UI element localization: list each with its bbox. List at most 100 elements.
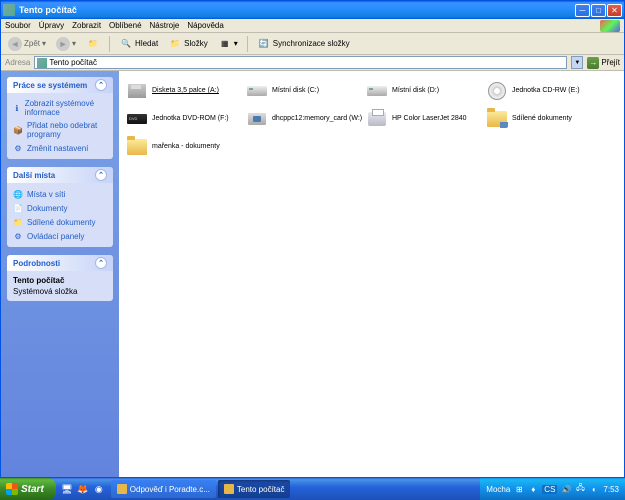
drive-item[interactable]: Disketa 3,5 palce (A:) — [125, 77, 245, 105]
menu-edit[interactable]: Úpravy — [39, 21, 64, 30]
drive-item[interactable]: Sdílené dokumenty — [485, 105, 605, 133]
back-button[interactable]: ◄ Zpět ▾ — [5, 36, 49, 52]
views-icon: ▦ — [218, 37, 232, 51]
item-label: Místní disk (D:) — [392, 87, 439, 95]
maximize-button[interactable]: □ — [591, 4, 606, 17]
sidebar-item[interactable]: 📁 Sdílené dokumenty — [13, 215, 107, 229]
drive-icon — [246, 80, 268, 102]
start-button[interactable]: Start — [0, 478, 56, 500]
sidebar-item[interactable]: ℹZobrazit systémové informace — [13, 97, 107, 119]
sidebar-item-label: Dokumenty — [27, 204, 67, 213]
chevron-up-icon: ⌃ — [95, 79, 107, 91]
close-button[interactable]: ✕ — [607, 4, 622, 17]
sidebar-item[interactable]: 📄 Dokumenty — [13, 201, 107, 215]
app-icon — [224, 484, 234, 494]
forward-icon: ► — [56, 37, 70, 51]
my-computer-icon — [3, 4, 15, 16]
item-label: Jednotka CD-RW (E:) — [512, 87, 580, 95]
cdrom-icon — [486, 80, 508, 102]
sidebar-item-label: Sdílené dokumenty — [27, 218, 96, 227]
place-icon: 📄 — [13, 203, 23, 213]
drive-item[interactable]: Místní disk (D:) — [365, 77, 485, 105]
folders-button[interactable]: 📁 Složky — [165, 36, 211, 52]
separator — [109, 36, 110, 52]
folders-icon: 📁 — [168, 37, 182, 51]
drive-item[interactable]: Jednotka DVD-ROM (F:) — [125, 105, 245, 133]
panel-header[interactable]: Další místa ⌃ — [7, 167, 113, 183]
search-icon: 🔍 — [119, 37, 133, 51]
my-computer-icon — [37, 58, 47, 68]
clock[interactable]: 7:53 — [603, 485, 619, 494]
item-label: dhcppc12:memory_card (W:) — [272, 115, 362, 123]
drive-item[interactable]: mařenka - dokumenty — [125, 133, 245, 161]
address-field[interactable]: Tento počítač — [34, 56, 567, 69]
menu-tools[interactable]: Nástroje — [150, 21, 180, 30]
forward-button[interactable]: ► ▾ — [53, 36, 79, 52]
address-label: Adresa — [5, 58, 30, 67]
browser-icon[interactable]: 🦊 — [76, 482, 90, 496]
sidebar-item[interactable]: 🌐Místa v síti — [13, 187, 107, 201]
views-button[interactable]: ▦ ▾ — [215, 36, 241, 52]
drive-item[interactable]: Jednotka CD-RW (E:) — [485, 77, 605, 105]
chevron-down-icon: ▾ — [72, 39, 76, 48]
menu-view[interactable]: Zobrazit — [72, 21, 101, 30]
drive-icon — [366, 80, 388, 102]
system-tasks-panel: Práce se systémem ⌃ ℹZobrazit systémové … — [7, 77, 113, 159]
taskbar-button-label: Tento počítač — [237, 485, 285, 494]
item-label: Jednotka DVD-ROM (F:) — [152, 115, 229, 123]
volume-icon[interactable]: 🔊 — [561, 484, 571, 494]
sidebar-item[interactable]: 📦Přidat nebo odebrat programy — [13, 119, 107, 141]
menu-favorites[interactable]: Oblíbené — [109, 21, 141, 30]
sidebar: Práce se systémem ⌃ ℹZobrazit systémové … — [1, 71, 119, 477]
chevron-up-icon: ⌃ — [95, 257, 107, 269]
search-button[interactable]: 🔍 Hledat — [116, 36, 161, 52]
place-icon: 📁 — [13, 217, 23, 227]
sync-button[interactable]: 🔄 Synchronizace složky — [254, 36, 353, 52]
minimize-button[interactable]: ─ — [575, 4, 590, 17]
network-icon[interactable]: 🖧 — [575, 484, 585, 494]
dvd-icon — [126, 108, 148, 130]
taskbar: Start 🖥 🦊 ◉ Odpověď i Poradte.c... Tento … — [0, 478, 625, 500]
address-dropdown[interactable]: ▼ — [571, 56, 583, 69]
panel-header[interactable]: Práce se systémem ⌃ — [7, 77, 113, 93]
other-places-panel: Další místa ⌃ 🌐Místa v síti 📄 Dokumenty 📁 Sd… — [7, 167, 113, 247]
menubar: Soubor Úpravy Zobrazit Oblíbené Nástroje… — [1, 19, 624, 33]
taskbar-button-label: Odpověď i Poradte.c... — [130, 485, 210, 494]
go-button[interactable]: → Přejít — [587, 57, 620, 69]
menu-file[interactable]: Soubor — [5, 21, 31, 30]
taskbar-button[interactable]: Odpověď i Poradte.c... — [111, 480, 216, 498]
titlebar[interactable]: Tento počítač ─ □ ✕ — [1, 1, 624, 19]
drive-item[interactable]: Místní disk (C:) — [245, 77, 365, 105]
app-icon[interactable]: ◉ — [92, 482, 106, 496]
task-icon: 📦 — [13, 125, 23, 135]
chevron-down-icon: ▾ — [42, 39, 46, 48]
address-value: Tento počítač — [49, 58, 97, 67]
app-icon — [117, 484, 127, 494]
details-name: Tento počítač — [13, 275, 107, 286]
drive-item[interactable]: dhcppc12:memory_card (W:) — [245, 105, 365, 133]
floppy-icon — [126, 80, 148, 102]
drive-item[interactable]: HP Color LaserJet 2840 — [365, 105, 485, 133]
sidebar-item[interactable]: ⚙Ovládací panely — [13, 229, 107, 243]
sync-icon: 🔄 — [257, 37, 271, 51]
up-button[interactable]: 📁 — [83, 36, 103, 52]
taskbar-button[interactable]: Tento počítač — [218, 480, 291, 498]
item-label: HP Color LaserJet 2840 — [392, 115, 467, 123]
content-area[interactable]: Disketa 3,5 palce (A:) Místní disk (C:) Mí… — [119, 71, 624, 477]
item-label: Disketa 3,5 palce (A:) — [152, 87, 219, 95]
quick-launch: 🖥 🦊 ◉ — [56, 482, 110, 496]
tray-icon[interactable]: ⊞ — [514, 484, 524, 494]
panel-header[interactable]: Podrobnosti ⌃ — [7, 255, 113, 271]
menu-help[interactable]: Nápověda — [187, 21, 223, 30]
language-indicator[interactable]: CS — [542, 485, 557, 494]
windows-logo-icon — [6, 483, 18, 495]
folder-icon — [126, 136, 148, 158]
tray-app[interactable]: Mocha — [486, 485, 510, 494]
sidebar-item-label: Zobrazit systémové informace — [25, 99, 107, 117]
sidebar-item[interactable]: ⚙Změnit nastavení — [13, 141, 107, 155]
show-desktop-icon[interactable]: 🖥 — [60, 482, 74, 496]
tray-icon[interactable]: ◐ — [589, 484, 599, 494]
tray-icon[interactable]: ♦ — [528, 484, 538, 494]
item-label: Sdílené dokumenty — [512, 115, 572, 123]
details-type: Systémová složka — [13, 286, 107, 297]
